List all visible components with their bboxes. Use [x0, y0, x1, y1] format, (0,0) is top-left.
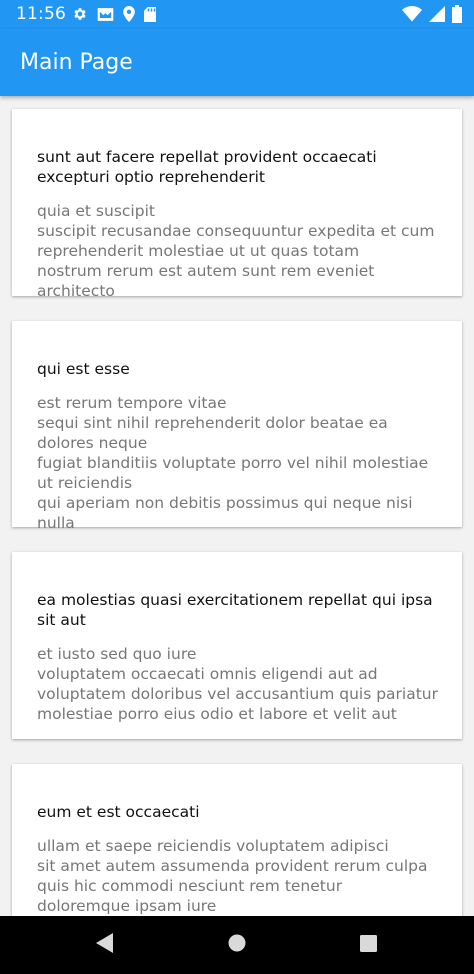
- post-body: est rerum tempore vitae sequi sint nihil…: [37, 394, 429, 532]
- signal-icon: [429, 6, 445, 22]
- home-button[interactable]: [207, 916, 267, 974]
- back-button[interactable]: [75, 916, 135, 974]
- home-icon: [228, 934, 246, 956]
- recents-icon: [359, 934, 377, 956]
- status-icons-left: [72, 6, 156, 22]
- post-title: qui est esse: [37, 360, 130, 378]
- status-bar: 11:56: [0, 0, 474, 29]
- status-icons-right: [402, 5, 462, 23]
- back-icon: [96, 933, 114, 957]
- post-body: quia et suscipit suscipit recusandae con…: [37, 202, 435, 300]
- battery-icon: [452, 5, 462, 23]
- post-title: eum et est occaecati: [37, 803, 200, 821]
- recents-button[interactable]: [338, 916, 398, 974]
- navigation-bar: [0, 916, 474, 974]
- page-title: Main Page: [20, 50, 133, 75]
- post-card[interactable]: qui est esse est rerum tempore vitae seq…: [12, 321, 462, 532]
- post-title: ea molestias quasi exercitationem repell…: [37, 591, 433, 629]
- post-list[interactable]: sunt aut facere repellat provident occae…: [0, 96, 474, 916]
- post-body: ullam et saepe reiciendis voluptatem adi…: [37, 837, 428, 915]
- app-bar: Main Page: [0, 29, 474, 96]
- location-icon: [123, 6, 135, 22]
- sd-card-icon: [144, 6, 156, 22]
- mail-icon: [97, 7, 114, 22]
- gear-icon: [72, 6, 88, 22]
- post-body: et iusto sed quo iure voluptatem occaeca…: [37, 645, 438, 723]
- post-card[interactable]: eum et est occaecati ullam et saepe reic…: [12, 764, 462, 916]
- post-card[interactable]: ea molestias quasi exercitationem repell…: [12, 552, 462, 739]
- post-title: sunt aut facere repellat provident occae…: [37, 148, 377, 186]
- wifi-icon: [402, 6, 422, 22]
- post-card[interactable]: sunt aut facere repellat provident occae…: [12, 109, 462, 300]
- status-time: 11:56: [16, 4, 66, 24]
